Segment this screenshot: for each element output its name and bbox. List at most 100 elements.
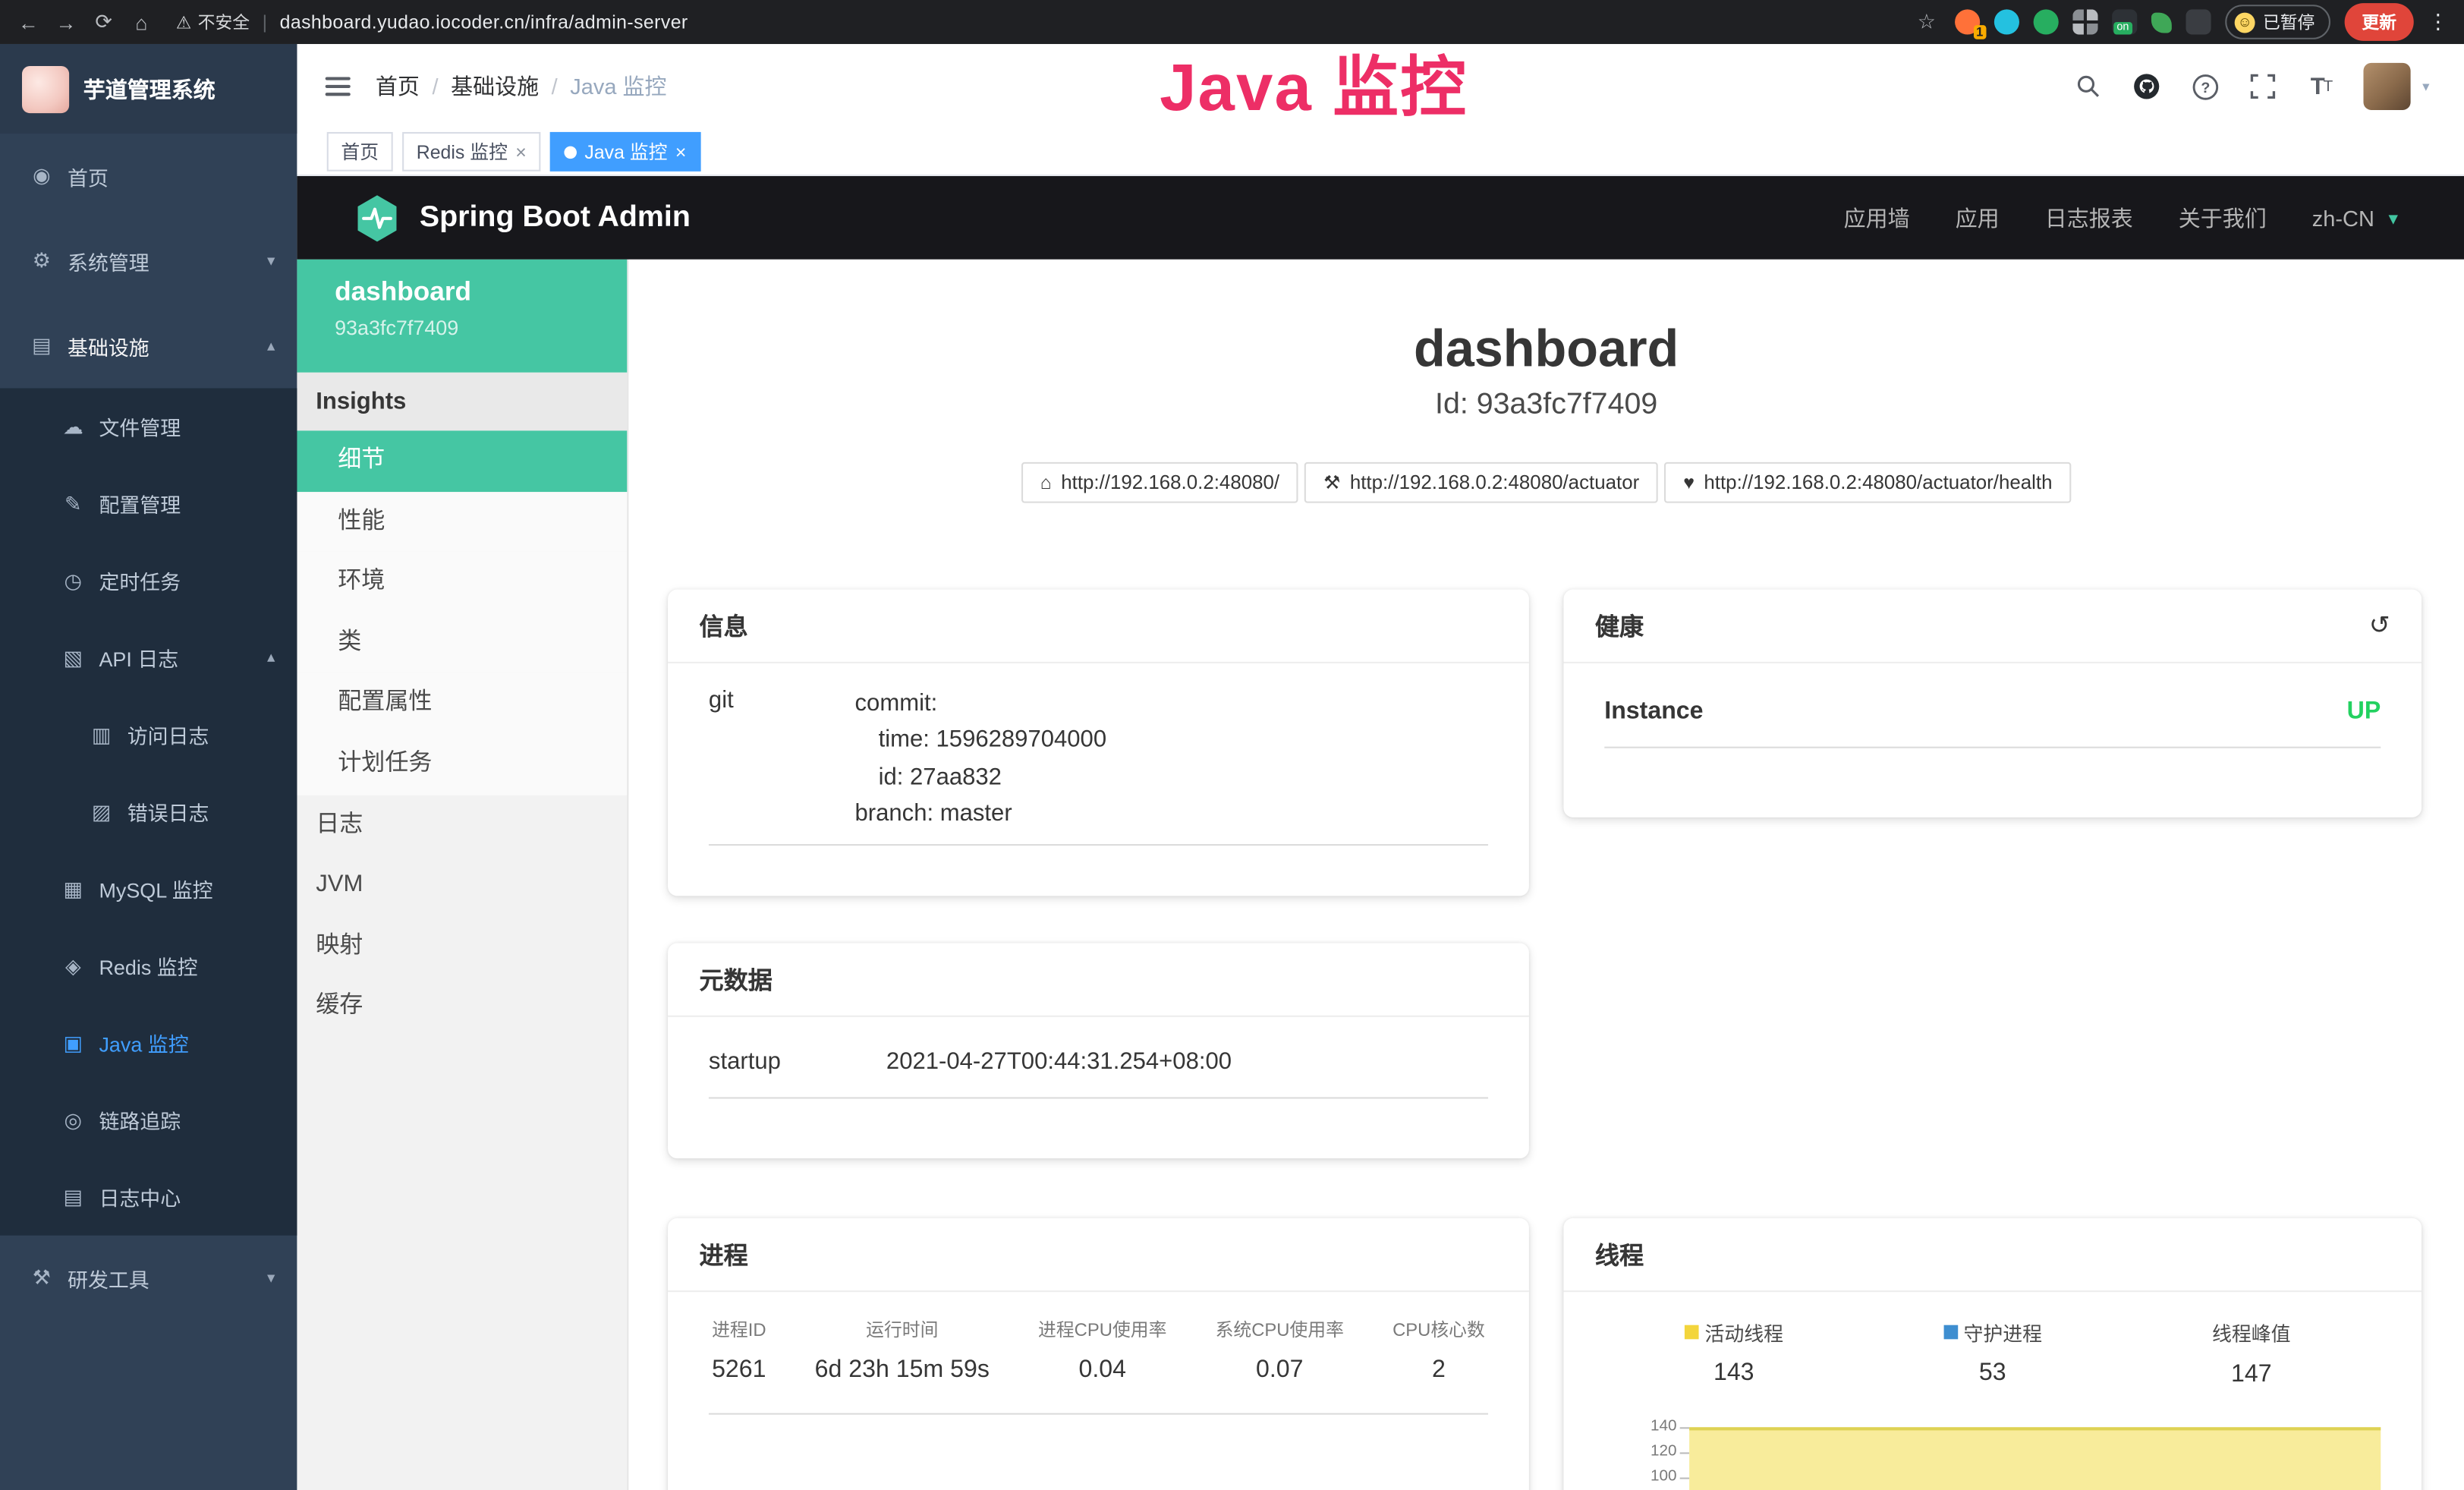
sba-menu-caches[interactable]: 缓存 xyxy=(297,977,627,1038)
sba-nav-applications[interactable]: 应用 xyxy=(1956,202,2000,233)
back-icon[interactable]: ← xyxy=(9,10,47,33)
file-icon: ☁ xyxy=(61,414,85,439)
forward-icon[interactable]: → xyxy=(47,10,85,33)
sba-menu-jvm[interactable]: JVM xyxy=(297,855,627,916)
breadcrumb-infrastructure[interactable]: 基础设施 xyxy=(451,71,539,102)
home-icon[interactable]: ⌂ xyxy=(123,10,161,33)
security-indicator[interactable]: ⚠ 不安全 xyxy=(176,9,250,34)
metadata-card-title: 元数据 xyxy=(668,943,1529,1016)
sidebar-item-infrastructure[interactable]: ▤ 基础设施 ▴ xyxy=(0,304,297,389)
sidebar-item-file-management[interactable]: ☁ 文件管理 xyxy=(0,388,297,465)
extension-fox-icon[interactable]: 1 xyxy=(1955,9,1980,34)
tab-redis-monitor[interactable]: Redis 监控 × xyxy=(402,132,540,172)
tab-home[interactable]: 首页 xyxy=(327,132,393,172)
address-bar[interactable]: dashboard.yudao.iocoder.cn/infra/admin-s… xyxy=(280,11,688,33)
sba-menu-classes[interactable]: 类 xyxy=(297,613,627,673)
health-card-title: 健康 xyxy=(1595,608,1644,643)
sidebar-item-dev-tools[interactable]: ⚒ 研发工具 ▾ xyxy=(0,1236,297,1321)
search-icon[interactable] xyxy=(2073,71,2104,102)
help-icon[interactable]: ? xyxy=(2190,71,2221,102)
page-title: dashboard xyxy=(628,319,2464,379)
sidebar-item-error-logs[interactable]: ▨ 错误日志 xyxy=(0,773,297,850)
tags-view: 首页 Redis 监控 × Java 监控 × xyxy=(297,129,2464,176)
reload-icon[interactable]: ⟳ xyxy=(85,9,123,34)
sidebar-item-java-monitor[interactable]: ▣ Java 监控 xyxy=(0,1004,297,1081)
breadcrumb-current: Java 监控 xyxy=(570,71,666,102)
sidebar-item-config-management[interactable]: ✎ 配置管理 xyxy=(0,465,297,542)
health-url-button[interactable]: ♥ http://192.168.0.2:48080/actuator/heal… xyxy=(1664,462,2071,503)
chrome-update-button[interactable]: 更新 xyxy=(2345,3,2414,41)
sba-nav-about[interactable]: 关于我们 xyxy=(2179,202,2267,233)
paused-badge[interactable]: ☺ 已暂停 xyxy=(2225,5,2330,39)
close-icon[interactable]: × xyxy=(675,142,687,161)
chevron-up-icon: ▴ xyxy=(267,337,275,354)
sba-menu-config-props[interactable]: 配置属性 xyxy=(297,673,627,734)
y-tick: 100 xyxy=(1614,1468,1677,1485)
sidebar-item-mysql-monitor[interactable]: ▦ MySQL 监控 xyxy=(0,850,297,927)
app-title: 芋道管理系统 xyxy=(83,73,216,104)
sidebar-item-log-center[interactable]: ▤ 日志中心 xyxy=(0,1158,297,1235)
extension-grid-icon[interactable] xyxy=(2072,9,2097,34)
browser-menu-icon[interactable]: ⋮ xyxy=(2428,9,2448,34)
close-icon[interactable]: × xyxy=(515,142,527,161)
sba-nav-journal[interactable]: 日志报表 xyxy=(2045,202,2133,233)
sba-nav-wallboard[interactable]: 应用墙 xyxy=(1844,202,1910,233)
wrench-icon: ⚒ xyxy=(1323,471,1340,493)
admin-sidebar: 芋道管理系统 ◉ 首页 ⚙ 系统管理 ▾ ▤ 基础设施 ▴ ☁ 文件管理 ✎ 配… xyxy=(0,44,297,1490)
redis-icon: ◈ xyxy=(61,953,85,978)
extension-switch-icon[interactable]: on xyxy=(2112,9,2137,34)
sba-locale-select[interactable]: zh-CN xyxy=(2312,205,2374,230)
extension-drop-icon[interactable] xyxy=(1994,9,2019,34)
sidebar-item-system-management[interactable]: ⚙ 系统管理 ▾ xyxy=(0,219,297,304)
stat-cpu-cores: CPU核心数 2 xyxy=(1392,1317,1485,1384)
extension-leaf-icon[interactable] xyxy=(2151,12,2172,33)
metadata-row-label: startup xyxy=(709,1048,886,1075)
sidebar-item-scheduled-tasks[interactable]: ◷ 定时任务 xyxy=(0,542,297,619)
sba-brand[interactable]: Spring Boot Admin xyxy=(354,193,691,243)
instance-block[interactable]: dashboard 93a3fc7f7409 xyxy=(297,260,627,373)
sidebar-item-api-logs[interactable]: ▧ API 日志 ▴ xyxy=(0,619,297,696)
sba-menu-mappings[interactable]: 映射 xyxy=(297,916,627,977)
sidebar-item-access-logs[interactable]: ▥ 访问日志 xyxy=(0,696,297,773)
chevron-down-icon: ▾ xyxy=(267,252,275,269)
table-row: Instance UP xyxy=(1604,685,2381,748)
legend-live-threads: 活动线程 143 xyxy=(1604,1317,1863,1389)
app-logo-row[interactable]: 芋道管理系统 xyxy=(0,44,297,134)
user-avatar[interactable] xyxy=(2364,63,2411,110)
breadcrumb-home[interactable]: 首页 xyxy=(376,71,420,102)
config-icon: ✎ xyxy=(61,491,85,516)
fullscreen-icon[interactable] xyxy=(2248,71,2279,102)
sba-menu-details[interactable]: 细节 xyxy=(297,430,627,491)
instance-links: ⌂ http://192.168.0.2:48080/ ⚒ http://192… xyxy=(628,462,2464,503)
sidebar-collapse-icon[interactable] xyxy=(326,77,351,96)
service-url-button[interactable]: ⌂ http://192.168.0.2:48080/ xyxy=(1021,462,1298,503)
sba-menu-logs[interactable]: 日志 xyxy=(297,795,627,855)
stat-system-cpu: 系统CPU使用率 0.07 xyxy=(1216,1317,1344,1384)
devtools-icon: ⚒ xyxy=(30,1265,53,1290)
tab-java-monitor[interactable]: Java 监控 × xyxy=(550,132,700,172)
sidebar-item-home[interactable]: ◉ 首页 xyxy=(0,134,297,219)
mysql-icon: ▦ xyxy=(61,876,85,901)
trace-icon: ◎ xyxy=(61,1107,85,1132)
security-label: 不安全 xyxy=(198,9,250,34)
bookmark-star-icon[interactable]: ☆ xyxy=(1912,9,1940,34)
font-size-icon[interactable]: TT xyxy=(2306,71,2337,102)
home-icon: ⌂ xyxy=(1040,471,1052,493)
screen: ← → ⟳ ⌂ ⚠ 不安全 | dashboard.yudao.iocoder.… xyxy=(0,0,2464,1490)
gear-icon: ⚙ xyxy=(30,248,53,273)
insights-section-header: Insights xyxy=(297,373,627,431)
actuator-url-button[interactable]: ⚒ http://192.168.0.2:48080/actuator xyxy=(1304,462,1658,503)
sba-menu-scheduled-tasks[interactable]: 计划任务 xyxy=(297,734,627,795)
sba-menu-metrics[interactable]: 性能 xyxy=(297,491,627,552)
history-icon[interactable]: ↺ xyxy=(2369,610,2390,641)
breadcrumb-separator: / xyxy=(552,74,558,99)
extension-green-icon[interactable] xyxy=(2034,9,2059,34)
sidebar-item-trace[interactable]: ◎ 链路追踪 xyxy=(0,1082,297,1158)
access-log-icon: ▥ xyxy=(90,723,113,748)
sidebar-item-redis-monitor[interactable]: ◈ Redis 监控 xyxy=(0,928,297,1004)
github-icon[interactable] xyxy=(2132,71,2163,102)
sba-menu-environment[interactable]: 环境 xyxy=(297,552,627,613)
process-card: 进程 进程ID 5261 运行时间 6d 23h 15m 59s 进程CPU使用… xyxy=(668,1218,1529,1490)
active-dot xyxy=(565,146,577,159)
extension-puzzle-icon[interactable] xyxy=(2186,9,2211,34)
